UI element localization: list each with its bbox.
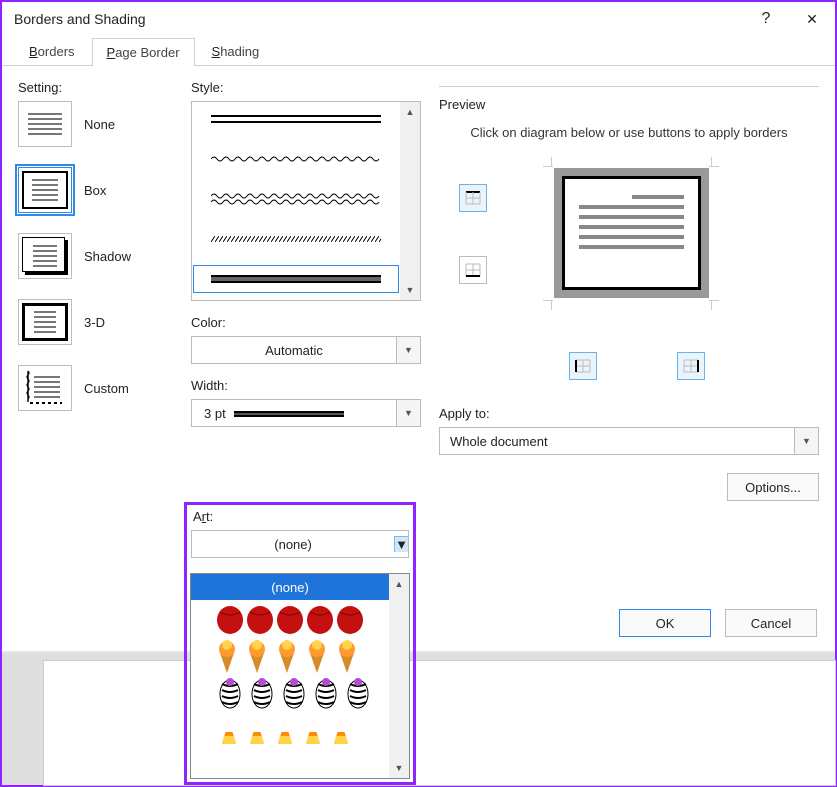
tab-borders[interactable]: Borders — [14, 37, 90, 65]
chevron-down-icon[interactable]: ▼ — [396, 400, 420, 426]
scroll-down-icon[interactable]: ▼ — [389, 758, 409, 778]
setting-shadow-label: Shadow — [84, 249, 131, 264]
tab-strip: Borders Page Border Shading — [2, 36, 835, 66]
chevron-down-icon[interactable]: ▼ — [394, 536, 408, 552]
toggle-bottom-border-button[interactable] — [459, 256, 487, 284]
style-item-diagonal-stripe[interactable] — [198, 230, 394, 248]
tab-page-border[interactable]: Page Border — [92, 38, 195, 66]
chevron-down-icon[interactable]: ▼ — [794, 428, 818, 454]
art-dropdown-list[interactable]: (none) ▲ ▼ — [190, 573, 410, 779]
cancel-button[interactable]: Cancel — [725, 609, 817, 637]
help-button[interactable]: ? — [743, 2, 789, 36]
scroll-up-icon[interactable]: ▲ — [400, 102, 420, 122]
style-item-wave-double[interactable] — [198, 190, 394, 208]
options-button[interactable]: Options... — [727, 473, 819, 501]
width-label: Width: — [191, 378, 421, 393]
art-section-highlight: Art: (none) ▼ (none) — [184, 502, 416, 785]
borders-shading-dialog: Borders and Shading ? ✕ Borders Page Bor… — [2, 2, 835, 651]
color-label: Color: — [191, 315, 421, 330]
setting-3d-label: 3-D — [84, 315, 105, 330]
apply-to-dropdown[interactable]: Whole document ▼ — [439, 427, 819, 455]
chevron-down-icon[interactable]: ▼ — [396, 337, 420, 363]
color-dropdown[interactable]: Automatic ▼ — [191, 336, 421, 364]
apply-to-value: Whole document — [440, 434, 794, 449]
art-option-apples[interactable] — [191, 600, 389, 638]
apply-to-label: Apply to: — [439, 406, 819, 421]
style-item-emboss[interactable] — [198, 270, 394, 288]
color-value: Automatic — [192, 343, 396, 358]
document-sheet — [44, 661, 835, 785]
document-background — [2, 653, 835, 785]
setting-custom[interactable]: Custom — [18, 365, 173, 411]
width-dropdown[interactable]: 3 pt ▼ — [191, 399, 421, 427]
setting-none[interactable]: None — [18, 101, 173, 147]
ok-button[interactable]: OK — [619, 609, 711, 637]
style-scrollbar[interactable]: ▲ ▼ — [400, 102, 420, 300]
setting-box[interactable]: Box — [18, 167, 173, 213]
style-item-wave-single[interactable] — [198, 150, 394, 168]
setting-label: Setting: — [18, 80, 173, 95]
setting-3d[interactable]: 3-D — [18, 299, 173, 345]
scroll-up-icon[interactable]: ▲ — [389, 574, 409, 594]
preview-zone — [439, 162, 819, 402]
setting-shadow[interactable]: Shadow — [18, 233, 173, 279]
close-button[interactable]: ✕ — [789, 2, 835, 36]
art-dropdown[interactable]: (none) ▼ — [191, 530, 409, 558]
art-label: Art: — [187, 505, 413, 526]
dialog-title: Borders and Shading — [14, 11, 743, 27]
scroll-down-icon[interactable]: ▼ — [400, 280, 420, 300]
width-value: 3 pt — [192, 406, 396, 421]
toggle-left-border-button[interactable] — [569, 352, 597, 380]
toggle-right-border-button[interactable] — [677, 352, 705, 380]
art-scrollbar[interactable]: ▲ ▼ — [389, 574, 409, 778]
preview-helper-text: Click on diagram below or use buttons to… — [439, 124, 819, 142]
art-value: (none) — [192, 537, 394, 552]
style-label: Style: — [191, 80, 421, 95]
preview-page[interactable] — [554, 168, 709, 298]
art-option-zebra[interactable] — [191, 676, 389, 714]
art-option-candy-corn[interactable] — [191, 714, 389, 752]
setting-none-label: None — [84, 117, 115, 132]
title-bar: Borders and Shading ? ✕ — [2, 2, 835, 36]
art-option-none[interactable]: (none) — [191, 574, 389, 600]
style-listbox[interactable]: ▲ ▼ — [191, 101, 421, 301]
setting-box-label: Box — [84, 183, 106, 198]
tab-shading[interactable]: Shading — [197, 37, 275, 65]
toggle-top-border-button[interactable] — [459, 184, 487, 212]
setting-custom-label: Custom — [84, 381, 129, 396]
art-option-icecream[interactable] — [191, 638, 389, 676]
preview-label: Preview — [439, 97, 491, 112]
style-item-double-line[interactable] — [198, 110, 394, 128]
